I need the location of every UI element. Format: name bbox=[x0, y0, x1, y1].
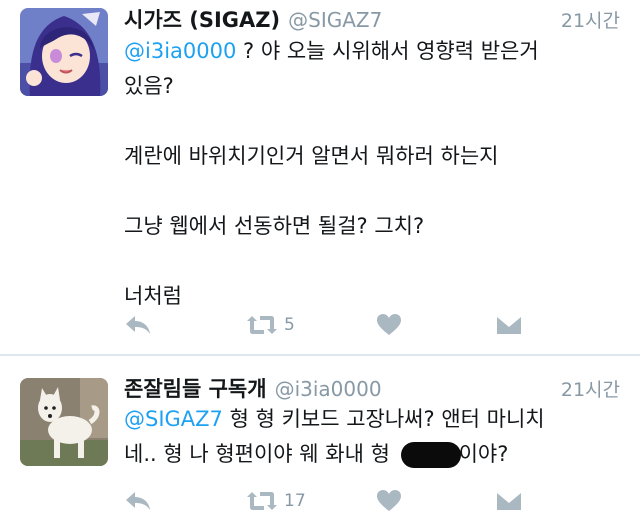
user-handle[interactable]: @i3ia0000 bbox=[275, 377, 382, 401]
tweet-actions: 5 bbox=[124, 312, 620, 338]
retweet-count: 17 bbox=[284, 491, 306, 511]
white-dog-avatar-icon bbox=[20, 378, 108, 466]
heart-icon bbox=[377, 490, 401, 511]
tweet-actions: 17 bbox=[124, 488, 620, 514]
tweet[interactable]: 시가즈 (SIGAZ) @SIGAZ7 21시간 @i3ia0000 ? 야 오… bbox=[0, 0, 640, 354]
user-avatar[interactable] bbox=[20, 378, 108, 466]
tweet-text-line: 네.. 형 나 형편이야 웨 화내 형 bbox=[124, 442, 397, 466]
direct-message-button[interactable] bbox=[496, 488, 522, 514]
redaction-mark bbox=[400, 442, 461, 468]
tweet-text: @SIGAZ7 형 형 키보드 고장나써? 앤터 마니치 네.. 형 나 형편이… bbox=[124, 402, 616, 472]
like-button[interactable] bbox=[376, 488, 402, 514]
tweet-text-line: 이야? bbox=[458, 442, 509, 466]
user-handle[interactable]: @SIGAZ7 bbox=[288, 8, 382, 32]
reply-icon bbox=[126, 316, 150, 334]
tweet-header: 존잘림들 구독개 @i3ia0000 21시간 bbox=[124, 373, 620, 403]
retweet-button[interactable]: 17 bbox=[246, 488, 306, 514]
anime-character-avatar-icon bbox=[20, 8, 108, 96]
retweet-icon bbox=[247, 316, 277, 334]
tweet-text-line: 있음? bbox=[124, 74, 174, 98]
envelope-icon bbox=[496, 315, 522, 334]
timestamp[interactable]: 21시간 bbox=[561, 6, 620, 33]
reply-button[interactable] bbox=[124, 488, 152, 514]
tweet-text-line: 형 형 키보드 고장나써? 앤터 마니치 bbox=[222, 407, 545, 431]
user-avatar[interactable] bbox=[20, 8, 108, 96]
retweet-count: 5 bbox=[284, 315, 295, 335]
display-name[interactable]: 존잘림들 구독개 bbox=[124, 373, 267, 403]
mention-link[interactable]: @SIGAZ7 bbox=[124, 407, 223, 431]
heart-icon bbox=[377, 314, 401, 335]
retweet-button[interactable]: 5 bbox=[246, 312, 295, 338]
tweet-text-line: 너처럼 bbox=[124, 284, 182, 308]
mention-link[interactable]: @i3ia0000 bbox=[124, 39, 236, 63]
tweet-header: 시가즈 (SIGAZ) @SIGAZ7 21시간 bbox=[124, 4, 620, 34]
reply-button[interactable] bbox=[124, 312, 152, 338]
tweet[interactable]: 존잘림들 구독개 @i3ia0000 21시간 @SIGAZ7 형 형 키보드 … bbox=[0, 356, 640, 522]
display-name[interactable]: 시가즈 (SIGAZ) bbox=[124, 4, 280, 34]
tweet-text-line: 계란에 바위치기인거 알면서 뭐하러 하는지 bbox=[124, 144, 499, 168]
tweet-text-line: ? 야 오늘 시위해서 영향력 받은거 bbox=[236, 39, 539, 63]
envelope-icon bbox=[496, 491, 522, 510]
like-button[interactable] bbox=[376, 312, 402, 338]
tweet-text-line: 그냥 웹에서 선동하면 될걸? 그치? bbox=[124, 214, 425, 238]
tweet-text: @i3ia0000 ? 야 오늘 시위해서 영향력 받은거 있음? 계란에 바위… bbox=[124, 34, 616, 314]
reply-icon bbox=[126, 492, 150, 510]
retweet-icon bbox=[247, 492, 277, 510]
timestamp[interactable]: 21시간 bbox=[561, 375, 620, 402]
direct-message-button[interactable] bbox=[496, 312, 522, 338]
